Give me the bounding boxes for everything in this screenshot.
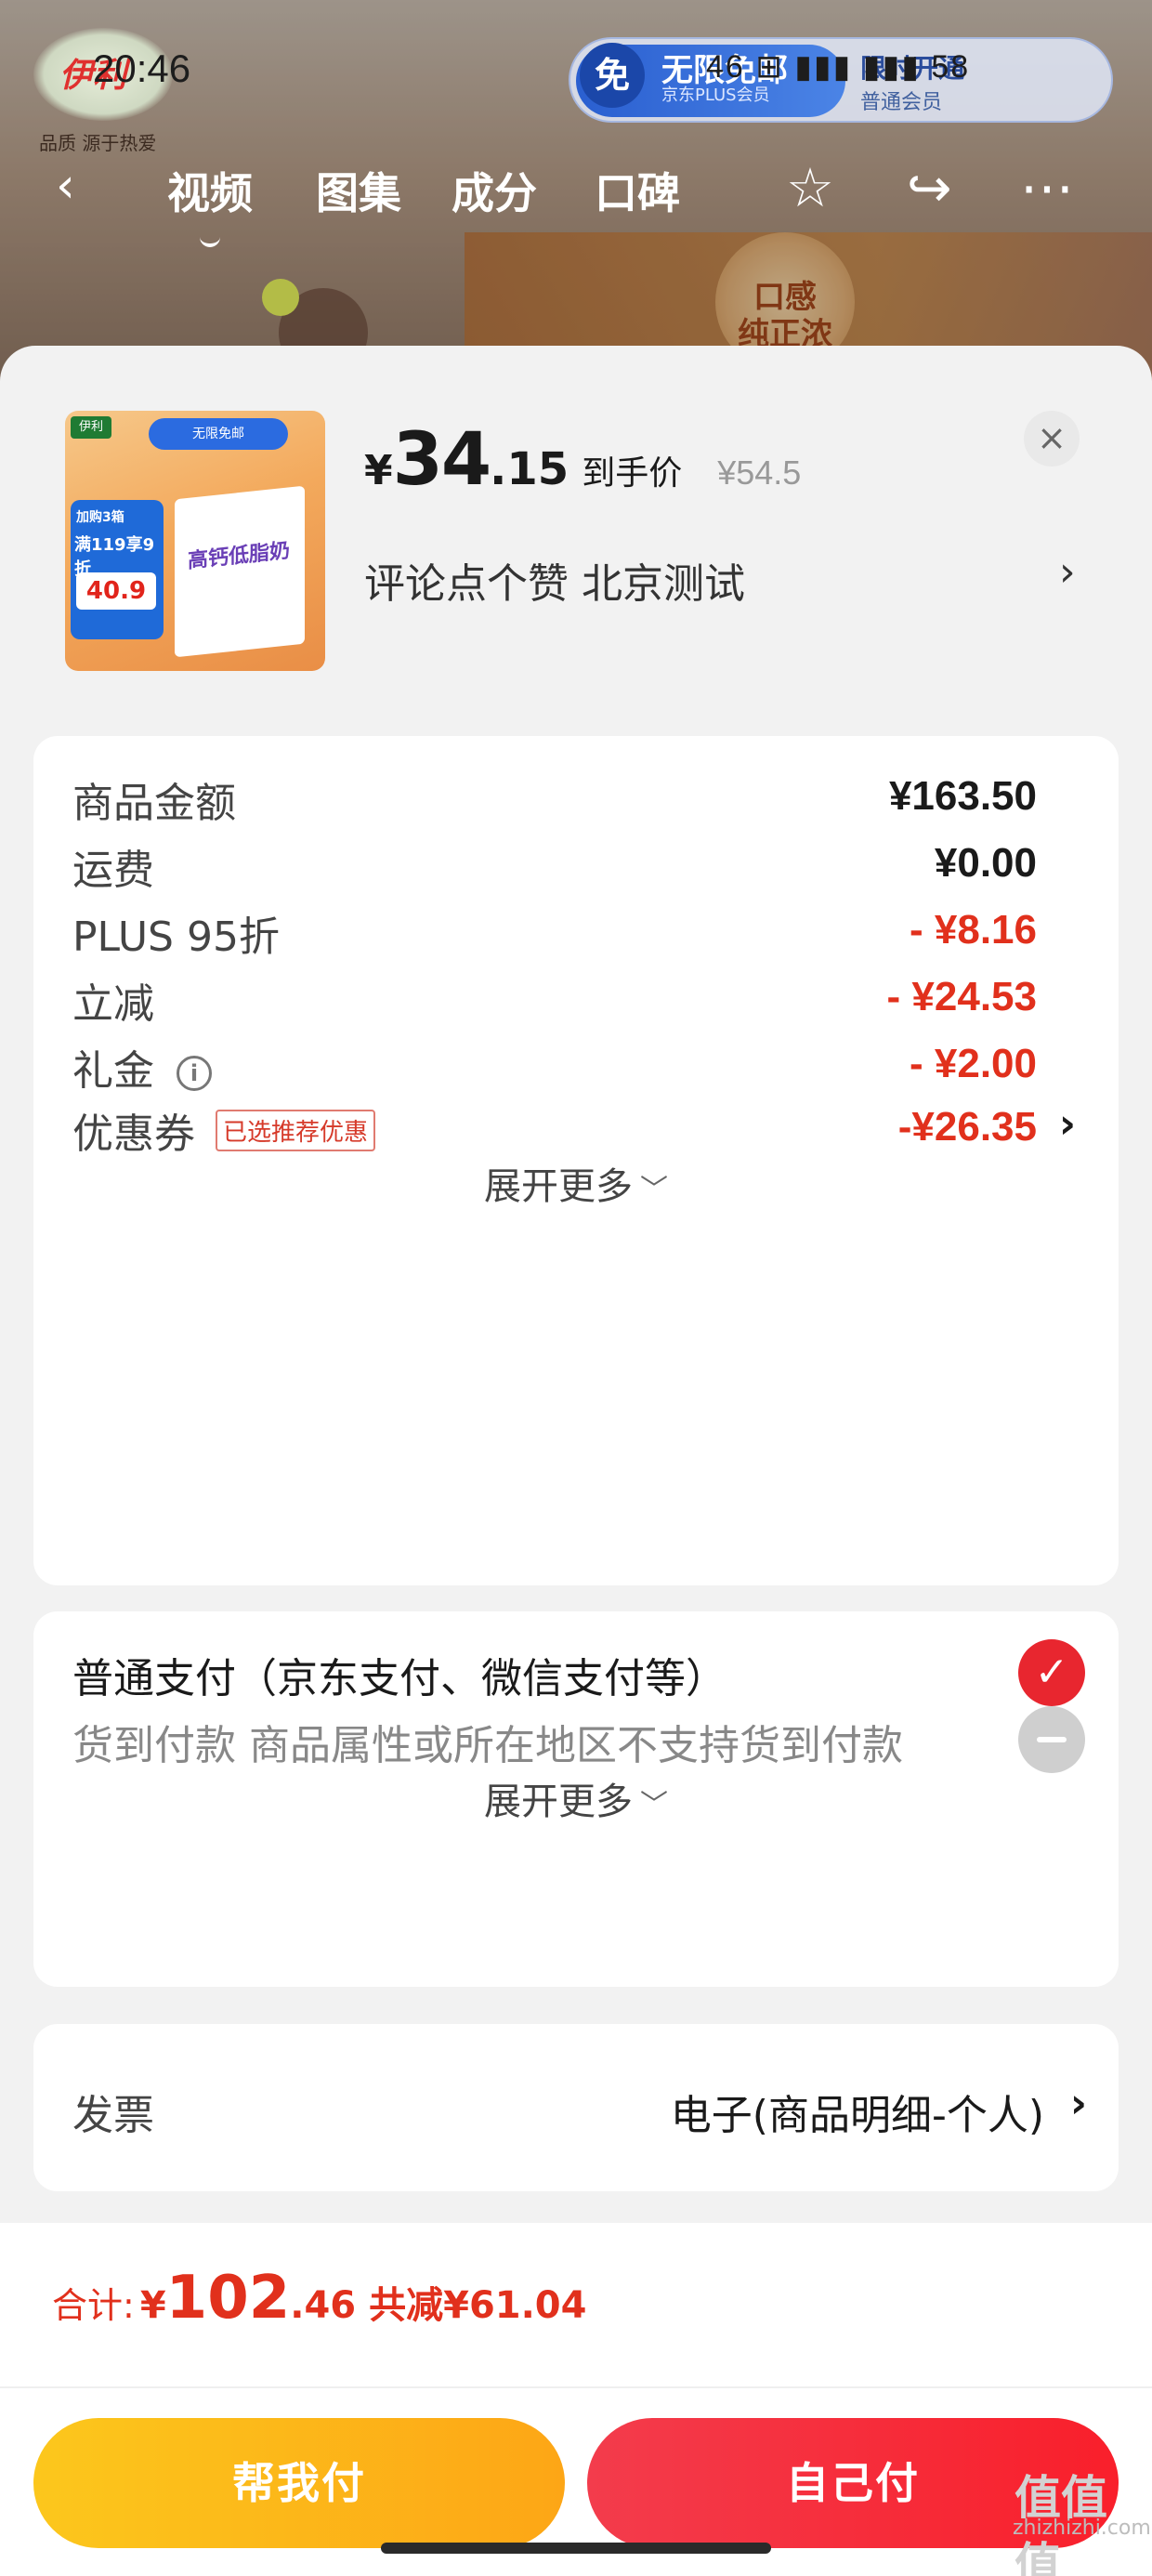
invoice-value: 电子(商品明细-个人) [670,2092,1044,2139]
tab-gallery[interactable]: 图集 [316,160,401,221]
favorite-star-icon[interactable]: ☆ [786,156,834,219]
product-summary: 伊利 无限免邮 加购3箱 满119享9折 40.9 高钙低脂奶 ¥34.15 到手… [0,346,1152,708]
row-value: -¥26.35 [897,1104,1037,1150]
divider [0,2386,1152,2388]
total-label: 合计: [52,2285,135,2326]
amount-breakdown-card: 商品金额 ¥163.50 运费 ¥0.00 PLUS 95折 - ¥8.16 立… [33,736,1119,1585]
help-me-pay-button[interactable]: 帮我付 [33,2418,565,2548]
expand-more-payments[interactable]: 展开更多 ﹀ [33,1771,1119,1825]
chevron-down-icon: ﹀ [640,1789,668,1821]
payment-option-label: 货到付款 商品属性或所在地区不支持货到付款 [72,1722,903,1769]
checkout-footer: 合计: ¥102.46 共减¥61.04 帮我付 自己付 [0,2223,1152,2576]
payment-method-card: 普通支付（京东支付、微信支付等） ✓ 货到付款 商品属性或所在地区不支持货到付款… [33,1611,1119,1987]
chevron-down-icon: ﹀ [640,1174,668,1206]
price-currency: ¥ [364,447,393,494]
row-label: 立减 [72,980,154,1028]
payment-option-label: 普通支付（京东支付、微信支付等） [72,1655,727,1702]
total-integer: 102 [165,2264,291,2333]
invoice-label: 发票 [72,2092,154,2139]
thumb-promo-a: 加购3箱 [76,510,124,525]
total-saved: 共减¥61.04 [369,2284,587,2327]
row-value: - ¥24.53 [886,974,1037,1019]
row-label-wrap: 礼金 i [72,1037,212,1097]
chevron-right-icon[interactable]: › [1070,2080,1087,2127]
expand-more-amounts[interactable]: 展开更多 ﹀ [33,1156,1119,1210]
product-subtitle[interactable]: 评论点个赞 北京测试 [364,550,745,610]
tab-reviews[interactable]: 口碑 [595,160,680,221]
free-shipping-icon: 免 [580,43,645,108]
status-icons: 46 ⊞ ▮▮▮ ▮▮▮ 58 [706,49,971,85]
checked-icon[interactable]: ✓ [1018,1639,1085,1706]
price-line: ¥34.15 到手价 ¥54.5 [364,418,801,502]
milk-box-image: 高钙低脂奶 [175,485,305,658]
original-price: ¥54.5 [717,453,802,492]
info-icon[interactable]: i [177,1056,212,1091]
back-arrow-icon[interactable]: ‹ [56,158,75,214]
row-value: ¥0.00 [934,840,1037,886]
invoice-card[interactable]: 发票 电子(商品明细-个人) › [33,2024,1119,2191]
price-decimal: .15 [490,443,569,495]
plus-right-subtitle: 普通会员 [860,91,943,114]
row-label: 礼金 [72,1047,154,1095]
row-label: PLUS 95折 [72,913,280,961]
expand-label: 展开更多 [484,1165,633,1208]
row-label: 优惠券 [72,1111,195,1158]
chevron-right-icon[interactable]: › [1059,548,1076,596]
share-icon[interactable]: ↪ [907,156,952,219]
total-decimal: .46 [290,2284,357,2327]
row-value: - ¥2.00 [910,1041,1037,1086]
thumb-logo: 伊利 [71,416,111,439]
product-thumbnail: 伊利 无限免邮 加购3箱 满119享9折 40.9 高钙低脂奶 [65,411,325,671]
more-icon[interactable]: ⋯ [1020,156,1074,219]
product-detail-background: 口感 纯正浓香 伊利 品质 源于热爱 20:46 免 无限免邮 京东PLUS会员… [0,0,1152,390]
expand-label: 展开更多 [484,1781,633,1823]
row-value: ¥163.50 [888,773,1037,819]
milk-box-text: 高钙低脂奶 [188,539,291,573]
watermark-text: zhizhizhi.com [1013,2517,1151,2540]
home-indicator[interactable] [381,2543,771,2554]
row-label-wrap: 优惠券 已选推荐优惠 [72,1100,376,1160]
row-label: 商品金额 [72,780,236,827]
thumb-chip: 无限免邮 [149,418,288,450]
disabled-option-icon [1018,1706,1085,1773]
tab-video[interactable]: 视频 [167,160,253,247]
row-value: - ¥8.16 [910,907,1037,953]
price-tag: 到手价 [582,454,683,493]
row-label: 运费 [72,847,154,894]
status-time: 20:46 [93,46,191,90]
price-integer: 34 [392,418,492,502]
thumb-promo: 加购3箱 满119享9折 40.9 [71,500,164,639]
close-button[interactable]: × [1024,411,1080,467]
thumb-promo-price: 40.9 [76,572,156,610]
total-currency: ¥ [139,2284,166,2327]
checkout-sheet: 伊利 无限免邮 加购3箱 满119享9折 40.9 高钙低脂奶 ¥34.15 到手… [0,346,1152,2576]
recommended-coupon-chip: 已选推荐优惠 [216,1110,376,1151]
tab-ingredients[interactable]: 成分 [452,160,537,221]
chevron-right-icon[interactable]: › [1059,1100,1076,1148]
total-line: 合计: ¥102.46 共减¥61.04 [52,2264,586,2333]
product-nav-bar: ‹ 视频 图集 成分 口碑 ☆ ↪ ⋯ [0,149,1152,247]
